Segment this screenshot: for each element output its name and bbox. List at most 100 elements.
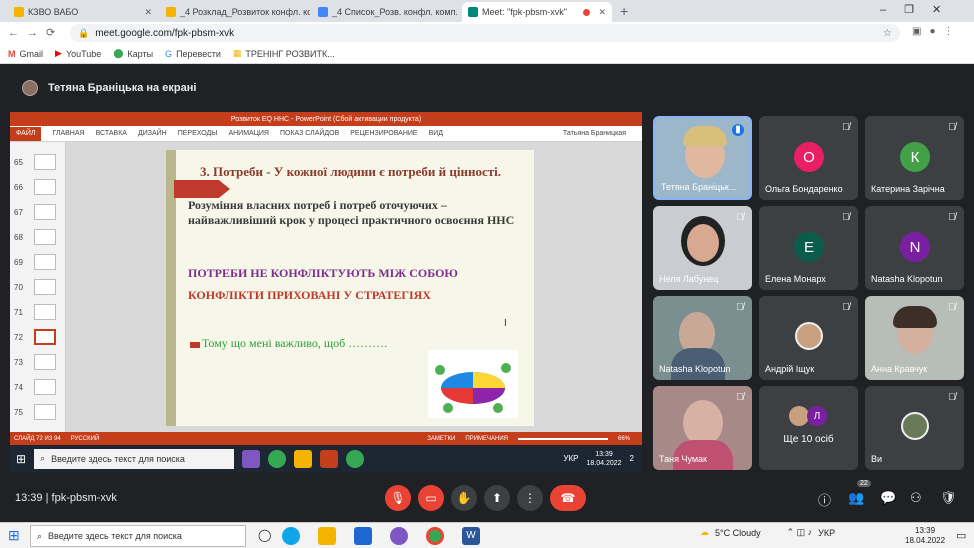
ribbon-tab[interactable]: ГЛАВНАЯ [52,130,84,137]
avatar [795,322,823,350]
leave-call-button[interactable]: ☎ [550,485,586,511]
activities-icon[interactable]: ⚇ [910,490,922,506]
info-icon[interactable]: ⓘ [818,490,831,509]
zoom-slider[interactable] [517,437,608,440]
folder-icon[interactable] [318,527,336,545]
ppt-title: Розвиток EQ ННС - PowerPoint (Сбой актив… [230,115,422,123]
slide-thumb[interactable]: 65 [14,154,62,176]
window-controls[interactable]: –❐✕ [880,3,959,16]
windows-icon[interactable]: ⊞ [8,527,20,544]
participant-tile[interactable]: 🎙̸ Неля Лабунец [653,206,752,290]
nav-buttons[interactable]: ←→⟳ [8,26,63,39]
self-tile[interactable]: 🎙̸ Ви [865,386,964,470]
notes-button[interactable]: ЗАМЕТКИ [427,436,455,442]
participant-tile[interactable]: 🎙̸ Таня Чумак [653,386,752,470]
slide-canvas: 3. Потреби - У кожної людини є потреби й… [66,142,642,432]
powerpoint-icon [320,449,339,468]
slide-thumb[interactable]: 74 [14,379,62,401]
more-participants-tile[interactable]: Л Ще 10 осіб [759,386,858,470]
chat-icon[interactable]: 💬 [880,490,896,506]
ribbon-tab[interactable]: ВСТАВКА [96,130,127,137]
word-icon[interactable]: W [462,527,480,545]
tray-clock[interactable]: 13:39 18.04.2022 [905,526,945,546]
participant-tile[interactable]: 🎙̸ Е Елена Монарх [759,206,858,290]
participant-tile[interactable]: ▮ Тетяна Браніцьк... [653,116,752,200]
slide-thumb[interactable]: 68 [14,229,62,251]
raise-hand-button[interactable]: ✋ [451,485,477,511]
browser-tab[interactable]: КЗВО ВАБО ✕ [8,2,158,22]
lock-icon: 🔒 [78,27,90,38]
ribbon-file-tab[interactable]: ФАЙЛ [10,126,42,141]
participant-tile[interactable]: 🎙̸ N Natasha Klopotun [865,206,964,290]
tray-lang[interactable]: УКР [818,528,835,538]
slide-thumb[interactable]: 73 [14,354,62,376]
taskbar-search[interactable]: ⌕ Введите здесь текст для поиска [30,525,246,547]
tab-title: _4 Розклад_Розвиток конфл. ко [180,7,310,17]
search-placeholder: Введите здесь текст для поиска [48,531,182,541]
tab-title: Meet: "fpk-pbsm-xvk" [482,7,567,17]
tray-icons[interactable]: ⌃ ◫ ♪ [787,527,813,538]
slide-thumb[interactable]: 71 [14,304,62,326]
participant-tile[interactable]: 🎙̸ О Ольга Бондаренко [759,116,858,200]
thumb-image [34,329,56,345]
ribbon-tab[interactable]: ДИЗАЙН [138,130,167,137]
url-field[interactable]: 🔒 meet.google.com/fpk-pbsm-xvk ☆ [70,24,900,42]
close-icon[interactable]: ✕ [598,7,606,18]
task-view-icon[interactable]: ◯ [258,528,271,542]
search-icon: ⌕ [37,530,43,541]
new-tab-button[interactable]: + [620,3,628,19]
browser-tab[interactable]: _4 Розклад_Розвиток конфл. ко ✕ [160,2,310,22]
edge-icon[interactable] [282,527,300,545]
thumb-image [34,229,56,245]
arrow-shape [174,180,230,198]
ribbon-tab[interactable]: ПОКАЗ СЛАЙДОВ [280,130,339,137]
participant-tile[interactable]: 🎙̸ Natasha Klopotun [653,296,752,380]
status-lang: РУССКИЙ [70,435,100,442]
ribbon-tab[interactable]: ВИД [429,130,443,137]
bookmark-training[interactable]: ▦ ТРЕНІНГ РОЗВИТК... [233,48,335,59]
star-icon[interactable]: ☆ [883,28,892,39]
participant-name: Елена Монарх [765,274,826,284]
participant-tile[interactable]: 🎙̸ К Катерина Зарічна [865,116,964,200]
ribbon-tab[interactable]: АНИМАЦИЯ [228,130,269,137]
slides-icon [166,7,176,17]
ribbon-tab[interactable]: ПЕРЕХОДЫ [178,130,218,137]
ribbon-tab[interactable]: РЕЦЕНЗИРОВАНИЕ [350,130,417,137]
thumb-image [34,204,56,220]
mail-icon[interactable] [354,527,372,545]
slide-thumb[interactable]: 67 [14,204,62,226]
bookmark-youtube[interactable]: ▶ YouTube [55,48,101,59]
slide-thumb[interactable]: 66 [14,179,62,201]
bookmark-gmail[interactable]: M Gmail [8,49,43,59]
browser-tab-active[interactable]: Meet: "fpk-pbsm-xvk" ✕ [462,2,612,22]
slide-thumb[interactable]: 70 [14,279,62,301]
camera-toggle-button[interactable]: ▭ [418,485,444,511]
bookmark-translate[interactable]: G Перевести [165,49,221,59]
slide-thumb[interactable]: 75 [14,404,62,426]
more-options-button[interactable]: ⋮ [517,485,543,511]
zoom-level: 66% [617,435,630,442]
participant-tile[interactable]: 🎙̸ Анна Кравчук [865,296,964,380]
participant-name: Анна Кравчук [871,364,928,374]
slide-thumb[interactable]: 69 [14,254,62,276]
mic-toggle-button[interactable]: 🎙 [385,485,411,511]
system-tray: ☁ 5°C Cloudy ⌃ ◫ ♪ УКР [700,527,835,538]
chrome-icon[interactable] [426,527,444,545]
close-icon[interactable]: ✕ [144,7,152,18]
notifications-icon[interactable]: ▭ [956,529,966,542]
maps-icon: ⬤ [113,48,124,58]
browser-menu[interactable]: ▣●⋮ [912,26,962,37]
tray-time: 13:39 [915,526,936,535]
mic-off-icon: 🎙̸ [948,392,956,403]
ppt-title-bar: Розвиток EQ ННС - PowerPoint (Сбой актив… [10,112,642,126]
participant-tile[interactable]: 🎙̸ Андрій Іщук [759,296,858,380]
avatar: N [900,232,930,262]
bookmark-maps[interactable]: ⬤ Карты [113,48,153,59]
browser-tab[interactable]: _4 Список_Розв. конфл. комп. ✕ [312,2,460,22]
people-icon[interactable]: 👥 [848,490,864,506]
viber-icon[interactable] [390,527,408,545]
slide-thumb-selected[interactable]: 72 [14,329,62,351]
host-controls-icon[interactable]: 🛡 [940,490,957,506]
present-button[interactable]: ⬆ [484,485,510,511]
comments-button[interactable]: ПРИМЕЧАНИЯ [465,436,508,442]
